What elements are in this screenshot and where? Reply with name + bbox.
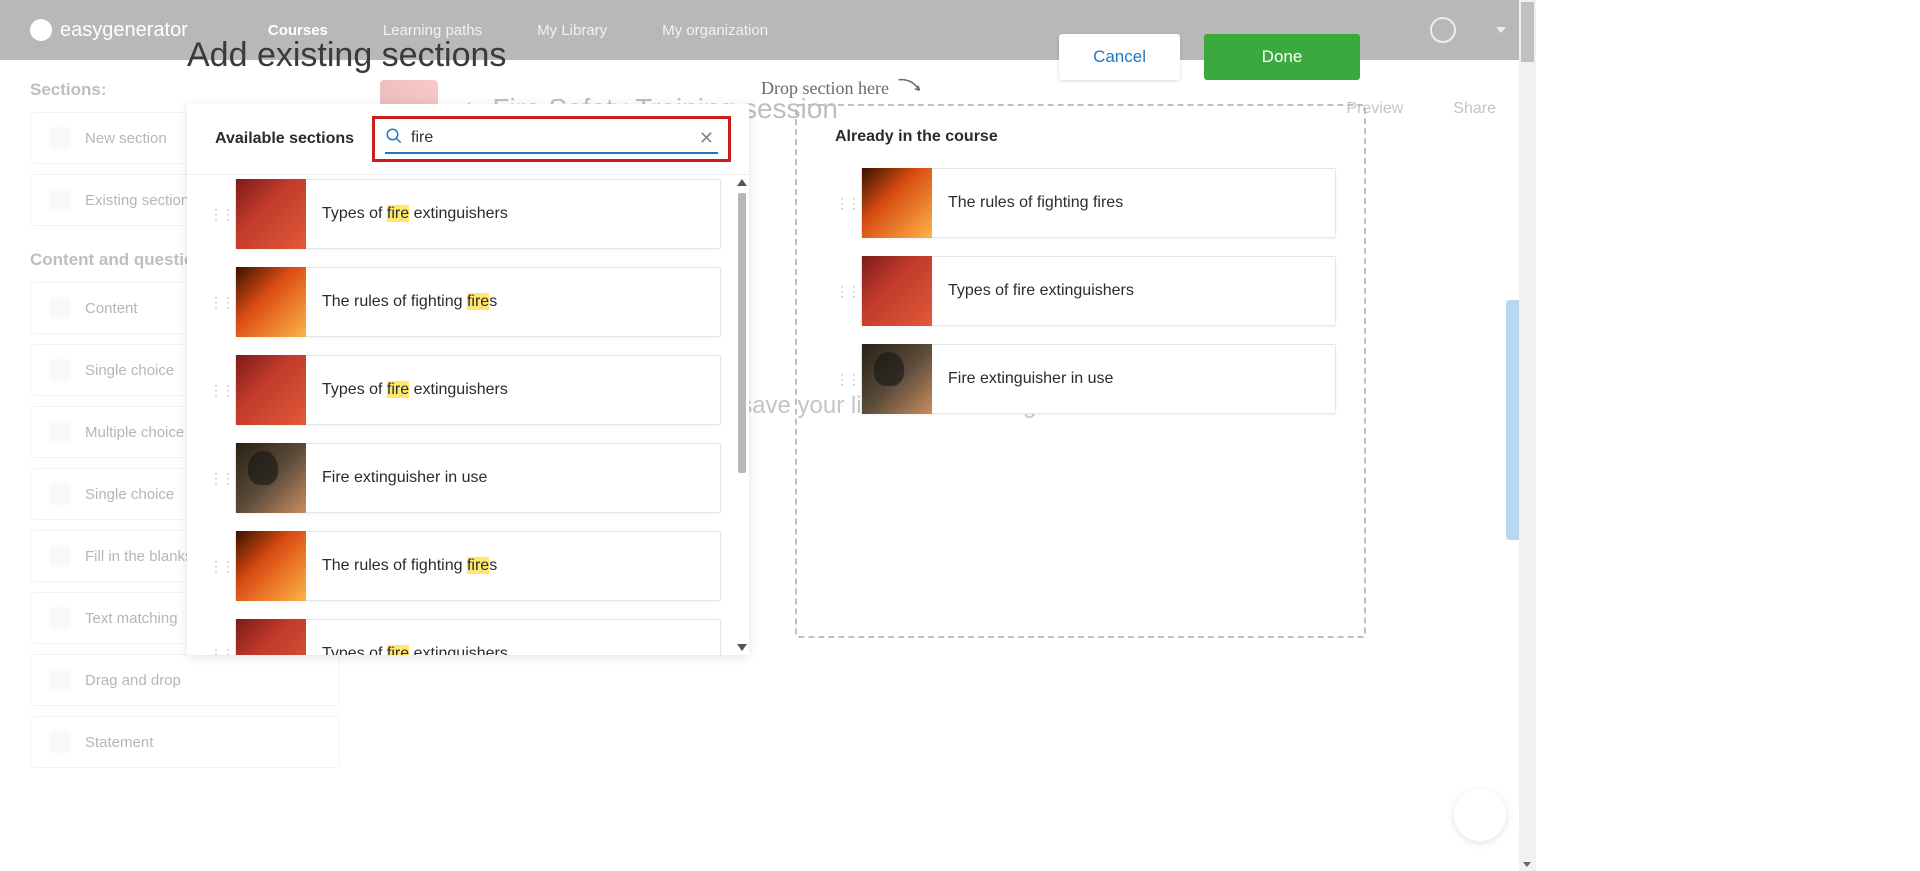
available-section-item[interactable]: ⋮⋮ Types of fire extinguishers [209, 619, 721, 655]
in-course-section-item[interactable]: ⋮⋮ Fire extinguisher in use [835, 344, 1336, 414]
drag-handle-icon[interactable]: ⋮⋮ [835, 371, 849, 388]
cancel-button[interactable]: Cancel [1059, 34, 1180, 80]
available-sections-label: Available sections [215, 130, 354, 148]
section-card[interactable]: Types of fire extinguishers [235, 179, 721, 249]
in-course-section-item[interactable]: ⋮⋮ The rules of fighting fires [835, 168, 1336, 238]
section-title: Types of fire extinguishers [306, 205, 524, 223]
section-card[interactable]: Types of fire extinguishers [235, 619, 721, 655]
available-section-item[interactable]: ⋮⋮ Types of fire extinguishers [209, 355, 721, 425]
done-button[interactable]: Done [1204, 34, 1360, 80]
section-thumbnail [236, 267, 306, 337]
section-card[interactable]: The rules of fighting fires [235, 267, 721, 337]
section-title: The rules of fighting fires [932, 194, 1139, 212]
section-title: The rules of fighting fires [306, 293, 513, 311]
section-thumbnail [862, 344, 932, 414]
brand-logo: easygenerator [30, 19, 188, 42]
section-card[interactable]: The rules of fighting fires [861, 168, 1336, 238]
browser-scroll-thumb[interactable] [1521, 2, 1534, 62]
section-title: Types of fire extinguishers [306, 645, 524, 655]
add-existing-sections-modal: Add existing sections Cancel Done Availa… [187, 30, 1366, 871]
search-highlight-box: ✕ [372, 116, 731, 162]
course-actions: Preview Share [1346, 100, 1496, 118]
in-course-label: Already in the course [835, 128, 1336, 146]
section-title: Fire extinguisher in use [306, 469, 503, 487]
drag-handle-icon[interactable]: ⋮⋮ [209, 294, 223, 311]
section-card[interactable]: Types of fire extinguishers [861, 256, 1336, 326]
browser-scrollbar[interactable] [1519, 0, 1536, 871]
section-card[interactable]: Fire extinguisher in use [861, 344, 1336, 414]
section-thumbnail [236, 179, 306, 249]
clear-search-icon[interactable]: ✕ [695, 128, 718, 149]
section-card[interactable]: The rules of fighting fires [235, 531, 721, 601]
section-thumbnail [236, 531, 306, 601]
drag-handle-icon[interactable]: ⋮⋮ [835, 283, 849, 300]
drag-handle-icon[interactable]: ⋮⋮ [209, 382, 223, 399]
section-title: The rules of fighting fires [306, 557, 513, 575]
available-section-item[interactable]: ⋮⋮ Types of fire extinguishers [209, 179, 721, 249]
section-thumbnail [236, 443, 306, 513]
section-title: Types of fire extinguishers [932, 282, 1150, 300]
available-section-item[interactable]: ⋮⋮ The rules of fighting fires [209, 531, 721, 601]
section-title: Fire extinguisher in use [932, 370, 1129, 388]
drag-handle-icon[interactable]: ⋮⋮ [209, 646, 223, 656]
drop-hint: Drop section here [761, 76, 927, 100]
user-menu-caret [1496, 27, 1506, 33]
available-sections-panel: Available sections ✕ ⋮⋮ Types of fire ext… [187, 104, 749, 655]
drag-handle-icon[interactable]: ⋮⋮ [209, 558, 223, 575]
share-action: Share [1453, 100, 1496, 118]
drag-handle-icon[interactable]: ⋮⋮ [209, 206, 223, 223]
scroll-down-icon[interactable] [737, 644, 747, 651]
scroll-thumb[interactable] [738, 193, 746, 473]
section-thumbnail [236, 355, 306, 425]
available-section-item[interactable]: ⋮⋮ Fire extinguisher in use [209, 443, 721, 513]
in-course-dropzone[interactable]: Drop section here Already in the course … [795, 104, 1366, 638]
available-section-item[interactable]: ⋮⋮ The rules of fighting fires [209, 267, 721, 337]
scroll-up-icon[interactable] [737, 179, 747, 186]
section-card[interactable]: Fire extinguisher in use [235, 443, 721, 513]
list-scrollbar[interactable] [737, 179, 747, 651]
section-thumbnail [862, 168, 932, 238]
browser-scroll-down-icon[interactable] [1523, 862, 1531, 867]
section-thumbnail [236, 619, 306, 655]
modal-title: Add existing sections [187, 36, 506, 75]
global-search-icon [1430, 17, 1456, 43]
search-input[interactable] [411, 129, 687, 147]
search-icon [385, 127, 403, 150]
drag-handle-icon[interactable]: ⋮⋮ [835, 195, 849, 212]
section-card[interactable]: Types of fire extinguishers [235, 355, 721, 425]
section-thumbnail [862, 256, 932, 326]
section-title: Types of fire extinguishers [306, 381, 524, 399]
available-sections-list[interactable]: ⋮⋮ Types of fire extinguishers ⋮⋮ The rules… [187, 175, 749, 655]
chat-fab [1454, 789, 1506, 841]
in-course-section-item[interactable]: ⋮⋮ Types of fire extinguishers [835, 256, 1336, 326]
drag-handle-icon[interactable]: ⋮⋮ [209, 470, 223, 487]
